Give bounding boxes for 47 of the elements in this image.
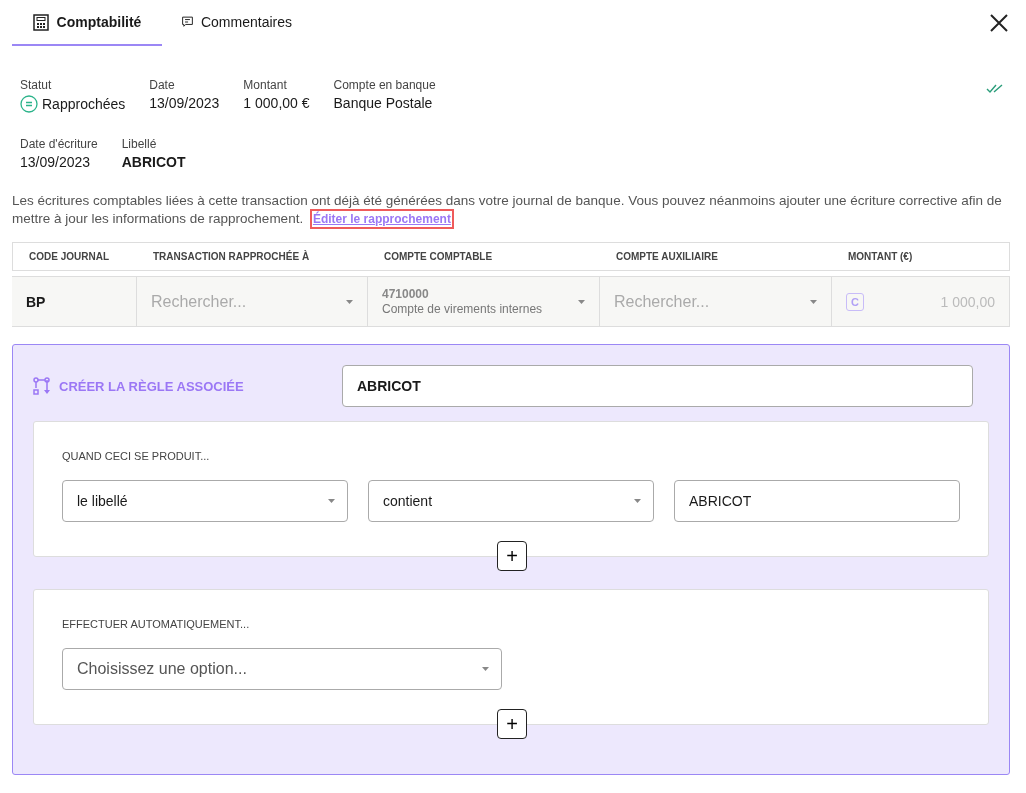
column-header: COMPTE COMPTABLE [368, 242, 600, 271]
credit-badge: C [846, 292, 864, 311]
section-heading: EFFECTUER AUTOMATIQUEMENT... [62, 618, 251, 630]
field-value: 1 000,00 € [243, 95, 310, 111]
reconciled-icon [20, 95, 38, 113]
field-value: Banque Postale [333, 95, 434, 111]
field-label: Compte en banque [333, 78, 436, 92]
column-header: MONTANT (€) [832, 242, 1010, 271]
tab[interactable]: Comptabilité [12, 0, 162, 46]
rule-select[interactable]: contient [368, 480, 654, 522]
rule-value-field[interactable]: ABRICOT [674, 480, 960, 522]
tab[interactable]: Commentaires [162, 0, 312, 46]
rule-name-field[interactable]: ABRICOT [342, 365, 973, 407]
status-value: Rapprochées [20, 95, 126, 113]
rule-select[interactable]: le libellé [62, 480, 348, 522]
column-header: TRANSACTION RAPPROCHÉE À [137, 242, 368, 271]
journal-code-cell: BP [12, 276, 137, 327]
double-check-icon [986, 84, 1004, 94]
rule-title: CRÉER LA RÈGLE ASSOCIÉE [33, 377, 342, 395]
field-label: Date [149, 78, 176, 92]
notice-text: Les écritures comptables liées à cette transaction ont déjà été générées dans votre journal de banque. Vous pouvez néanmoins ajouter une écriture corrective afin de mettre à jour les informations de rapprochement. Éditer le rapprochement [12, 192, 1010, 228]
account-number: 4710000 [382, 287, 430, 301]
field-value: ABRICOT [121, 154, 186, 170]
caret-icon [346, 299, 353, 304]
account-select[interactable]: 4710000 Compte de virements internes [368, 276, 600, 327]
account-name: Compte de virements internes [382, 302, 544, 316]
column-header: COMPTE AUXILIAIRE [600, 242, 832, 271]
close-icon[interactable] [988, 12, 1010, 34]
rule-icon [33, 377, 51, 395]
field-value: 13/09/2023 [149, 95, 220, 111]
rule-select[interactable]: Choisissez une option... [62, 648, 502, 690]
field-value: 13/09/2023 [20, 154, 92, 170]
caret-icon [578, 299, 585, 304]
caret-icon [328, 499, 335, 503]
field-label: Libellé [121, 137, 158, 151]
caret-icon [634, 499, 641, 503]
column-header: CODE JOURNAL [12, 242, 137, 271]
field-label: Montant [243, 78, 288, 92]
caret-icon [482, 667, 489, 671]
add-button[interactable]: + [497, 541, 527, 571]
section-heading: QUAND CECI SE PRODUIT... [62, 450, 211, 462]
field-label: Date d'écriture [20, 137, 98, 151]
calculator-icon [32, 13, 49, 31]
amount-value: 1 000,00 [939, 293, 995, 310]
add-button[interactable]: + [497, 709, 527, 739]
caret-icon [810, 299, 817, 304]
field-label: Statut [20, 78, 53, 92]
